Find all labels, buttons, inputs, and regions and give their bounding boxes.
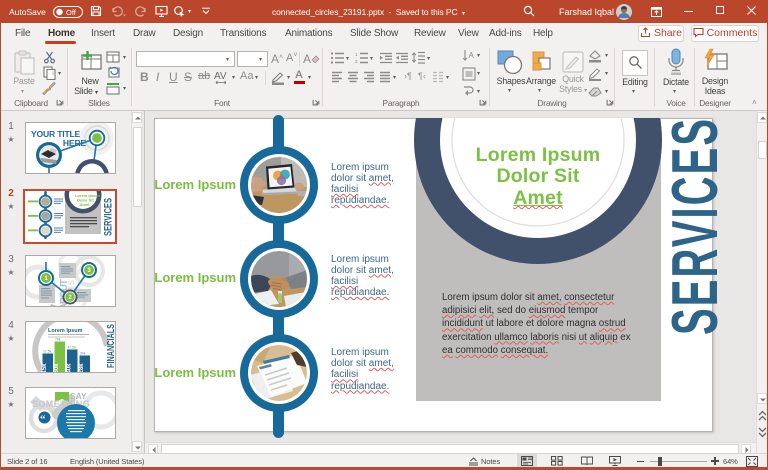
svg-text:Off: Off: [66, 7, 77, 16]
svg-text:AV: AV: [214, 71, 227, 82]
svg-text:2: 2: [355, 59, 358, 64]
svg-text:Amet: Amet: [79, 202, 90, 207]
svg-text:A: A: [469, 51, 475, 60]
svg-text:SERVICES: SERVICES: [660, 119, 720, 335]
svg-text:47.5k: 47.5k: [68, 346, 77, 350]
svg-text:30k: 30k: [80, 352, 86, 356]
svg-text:Lorem Ipsum: Lorem Ipsum: [48, 328, 83, 334]
svg-text:17.5k: 17.5k: [43, 350, 52, 354]
svg-text:70k: 70k: [55, 338, 61, 342]
svg-text:“: “: [40, 414, 46, 426]
svg-text:40k: 40k: [67, 363, 73, 372]
svg-text:FINANCIALS: FINANCIALS: [105, 324, 115, 368]
svg-text:28k: 28k: [79, 363, 85, 372]
svg-text:60k: 60k: [54, 363, 60, 372]
svg-text:1: 1: [355, 52, 358, 57]
svg-text:SERVICES: SERVICES: [102, 198, 114, 236]
svg-text:15k: 15k: [42, 363, 48, 372]
